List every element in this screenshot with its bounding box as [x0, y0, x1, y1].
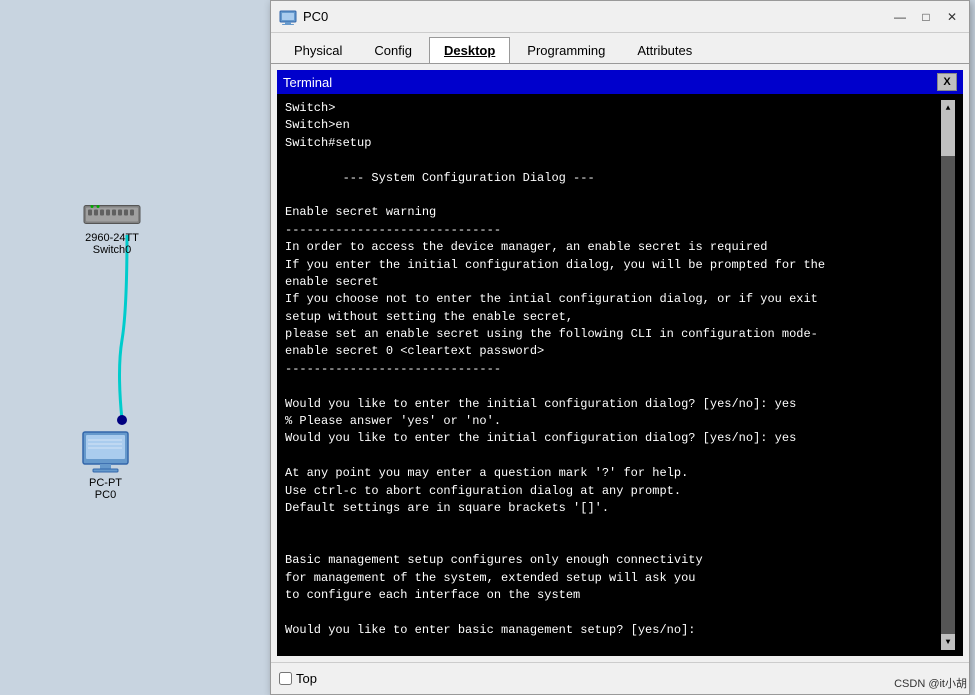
scrollbar-up-button[interactable]: ▲: [941, 100, 955, 116]
pc-icon: [78, 430, 133, 475]
watermark: CSDN @it小胡: [894, 675, 967, 691]
bottom-bar: Top: [271, 662, 969, 694]
tab-config[interactable]: Config: [359, 37, 427, 63]
top-checkbox-label: Top: [296, 671, 317, 686]
window-title: PC0: [303, 9, 891, 24]
tab-attributes[interactable]: Attributes: [622, 37, 707, 63]
terminal-header: Terminal X: [277, 70, 963, 94]
scrollbar-down-button[interactable]: ▼: [941, 634, 955, 650]
scrollbar-track: [941, 116, 955, 634]
top-checkbox[interactable]: [279, 672, 292, 685]
tab-desktop[interactable]: Desktop: [429, 37, 510, 63]
tab-programming[interactable]: Programming: [512, 37, 620, 63]
close-button[interactable]: ✕: [943, 8, 961, 26]
terminal-title: Terminal: [283, 75, 332, 90]
maximize-button[interactable]: □: [917, 8, 935, 26]
tab-bar: Physical Config Desktop Programming Attr…: [271, 33, 969, 64]
scrollbar-thumb[interactable]: [941, 116, 955, 156]
main-window: PC0 — □ ✕ Physical Config Desktop Progra…: [270, 0, 970, 695]
switch-device[interactable]: 2960-24TT Switch0: [82, 195, 142, 256]
switch-label: 2960-24TT Switch0: [85, 232, 139, 256]
minimize-button[interactable]: —: [891, 8, 909, 26]
window-controls: — □ ✕: [891, 8, 961, 26]
network-cable: [0, 0, 270, 695]
top-checkbox-area: Top: [279, 671, 317, 686]
terminal-close-button[interactable]: X: [937, 73, 957, 91]
switch-icon: [82, 195, 142, 230]
terminal-text: Switch> Switch>en Switch#setup --- Syste…: [285, 100, 941, 650]
window-icon: [279, 8, 297, 26]
tab-physical[interactable]: Physical: [279, 37, 357, 63]
terminal-body[interactable]: Switch> Switch>en Switch#setup --- Syste…: [277, 94, 963, 656]
pc-device[interactable]: PC-PT PC0: [78, 430, 133, 501]
terminal-scrollbar: ▲ ▼: [941, 100, 955, 650]
title-bar: PC0 — □ ✕: [271, 1, 969, 33]
terminal-container: Terminal X Switch> Switch>en Switch#setu…: [271, 64, 969, 662]
pc-label: PC-PT PC0: [89, 477, 122, 501]
